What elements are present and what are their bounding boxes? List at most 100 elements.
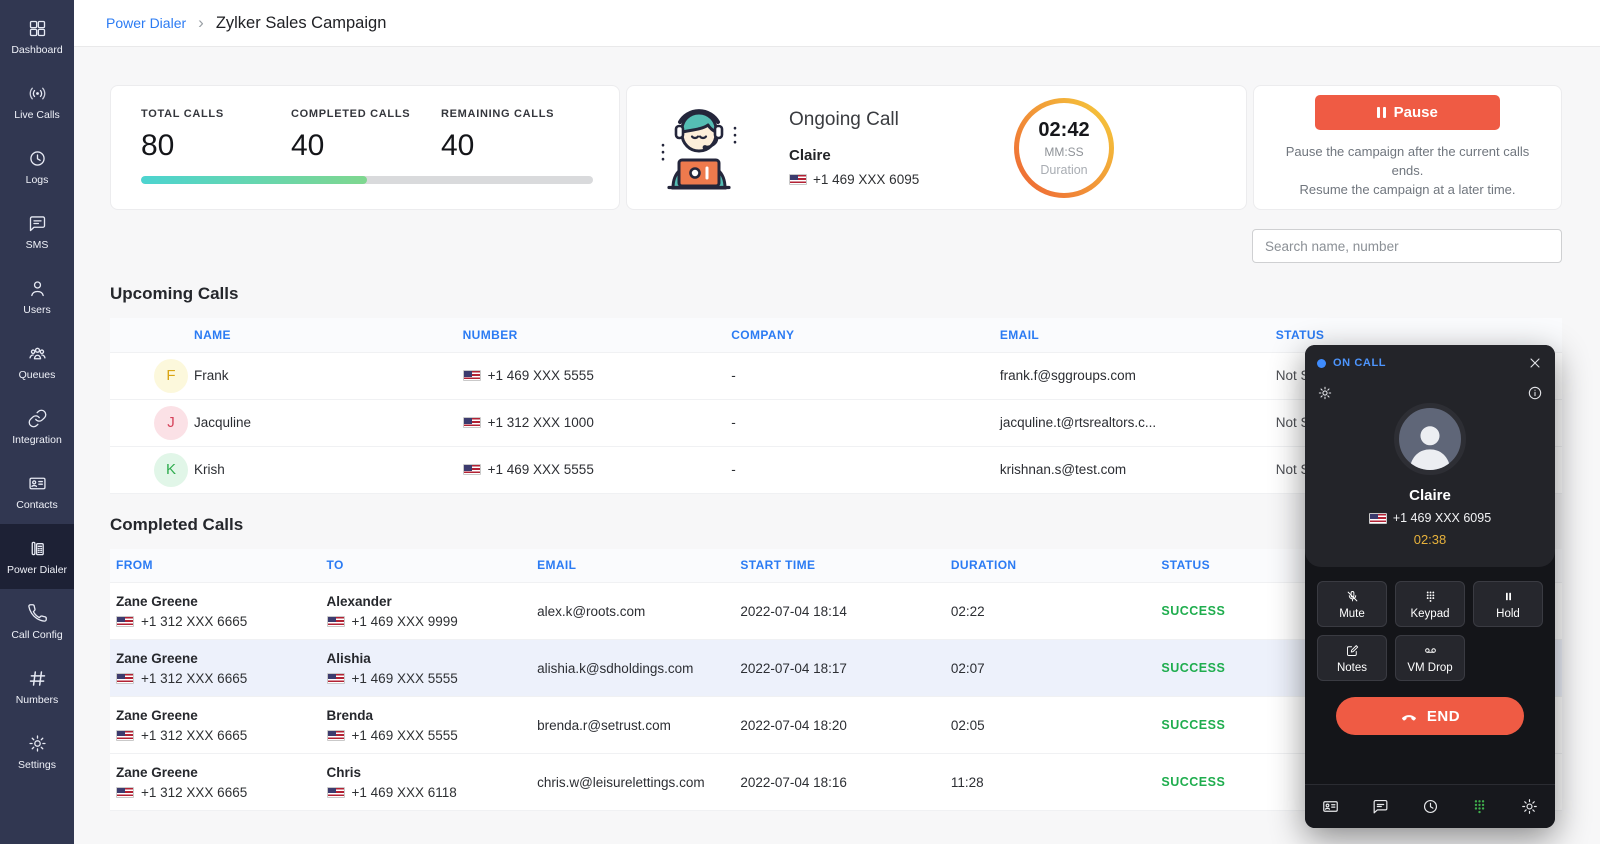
us-flag-icon bbox=[327, 787, 345, 798]
contacts-icon bbox=[27, 473, 48, 494]
gear-icon[interactable] bbox=[1317, 385, 1333, 401]
sidebar-item-numbers[interactable]: Numbers bbox=[0, 654, 74, 719]
call-duration-label: Duration bbox=[1040, 163, 1087, 177]
sidebar-label: Settings bbox=[18, 759, 56, 771]
stat-label: COMPLETED CALLS bbox=[291, 108, 441, 120]
sidebar-item-logs[interactable]: Logs bbox=[0, 134, 74, 199]
live-calls-icon bbox=[27, 83, 48, 104]
notes-icon bbox=[1345, 643, 1360, 658]
sidebar-item-power-dialer[interactable]: Power Dialer bbox=[0, 524, 74, 589]
summary-cards-row: TOTAL CALLS 80 COMPLETED CALLS 40 REMAIN… bbox=[110, 85, 1562, 210]
us-flag-icon bbox=[116, 616, 134, 627]
contact-number: +1 469 XXX 5555 bbox=[488, 462, 594, 477]
us-flag-icon bbox=[1369, 513, 1387, 524]
keypad-button[interactable]: Keypad bbox=[1395, 581, 1465, 627]
call-widget-footer bbox=[1305, 784, 1555, 828]
sidebar-label: Contacts bbox=[16, 499, 57, 511]
caller-name: Claire bbox=[1317, 487, 1543, 504]
chat-icon[interactable] bbox=[1371, 797, 1390, 816]
gear-icon[interactable] bbox=[1520, 797, 1539, 816]
voicemail-icon bbox=[1423, 643, 1438, 658]
upcoming-calls-title: Upcoming Calls bbox=[110, 284, 1562, 304]
contact-company: - bbox=[725, 446, 994, 493]
numbers-icon bbox=[27, 668, 48, 689]
sidebar-item-contacts[interactable]: Contacts bbox=[0, 459, 74, 524]
end-call-button[interactable]: END bbox=[1336, 697, 1524, 735]
notes-button[interactable]: Notes bbox=[1317, 635, 1387, 681]
col-duration: DURATION bbox=[945, 549, 1156, 583]
avatar bbox=[1394, 403, 1466, 475]
stat-label: TOTAL CALLS bbox=[141, 108, 291, 120]
sidebar-label: Users bbox=[23, 304, 50, 316]
sidebar-label: Power Dialer bbox=[7, 564, 67, 576]
call-email: brenda.r@setrust.com bbox=[531, 697, 734, 754]
sidebar-label: Logs bbox=[26, 174, 49, 186]
sidebar-item-integration[interactable]: Integration bbox=[0, 394, 74, 459]
top-bar: Power Dialer › Zylker Sales Campaign bbox=[74, 0, 1600, 47]
contact-company: - bbox=[725, 352, 994, 399]
dialpad-icon[interactable] bbox=[1470, 797, 1489, 816]
history-icon[interactable] bbox=[1421, 797, 1440, 816]
call-start-time: 2022-07-04 18:16 bbox=[734, 754, 945, 811]
call-duration-ring: 02:42 MM:SS Duration bbox=[1014, 98, 1114, 198]
call-widget: ON CALL Claire +1 469 XXX 6095 02:38 Mut… bbox=[1305, 345, 1555, 828]
sidebar-item-users[interactable]: Users bbox=[0, 264, 74, 329]
contact-email: jacquline.t@rtsrealtors.c... bbox=[994, 399, 1270, 446]
from-name: Zane Greene bbox=[116, 594, 315, 609]
sidebar-label: Call Config bbox=[11, 629, 62, 641]
stat-value: 40 bbox=[441, 129, 591, 163]
sidebar-label: SMS bbox=[26, 239, 49, 251]
us-flag-icon bbox=[789, 174, 807, 185]
us-flag-icon bbox=[116, 787, 134, 798]
call-start-time: 2022-07-04 18:20 bbox=[734, 697, 945, 754]
from-name: Zane Greene bbox=[116, 708, 315, 723]
call-start-time: 2022-07-04 18:17 bbox=[734, 640, 945, 697]
hold-button[interactable]: Hold bbox=[1473, 581, 1543, 627]
hold-icon bbox=[1501, 589, 1516, 604]
us-flag-icon bbox=[116, 673, 134, 684]
close-icon[interactable] bbox=[1527, 355, 1543, 371]
contact-name: Jacquline bbox=[188, 399, 457, 446]
sidebar-item-settings[interactable]: Settings bbox=[0, 719, 74, 784]
vm-drop-button[interactable]: VM Drop bbox=[1395, 635, 1465, 681]
from-number: +1 312 XXX 6665 bbox=[141, 614, 247, 629]
col-start-time: START TIME bbox=[734, 549, 945, 583]
end-call-icon bbox=[1400, 707, 1418, 725]
to-number: +1 469 XXX 9999 bbox=[352, 614, 458, 629]
ongoing-call-name: Claire bbox=[789, 147, 1014, 164]
to-name: Brenda bbox=[327, 708, 526, 723]
ongoing-call-title: Ongoing Call bbox=[789, 109, 1014, 131]
settings-icon bbox=[27, 733, 48, 754]
pause-campaign-card: Pause Pause the campaign after the curre… bbox=[1253, 85, 1562, 210]
on-call-status: ON CALL bbox=[1333, 357, 1386, 369]
stat-total-calls: TOTAL CALLS 80 bbox=[141, 108, 291, 163]
sidebar-item-sms[interactable]: SMS bbox=[0, 199, 74, 264]
us-flag-icon bbox=[463, 417, 481, 428]
from-name: Zane Greene bbox=[116, 765, 315, 780]
mute-button[interactable]: Mute bbox=[1317, 581, 1387, 627]
avatar: F bbox=[154, 359, 188, 393]
col-email: EMAIL bbox=[994, 318, 1270, 352]
info-icon[interactable] bbox=[1527, 385, 1543, 401]
col-to: TO bbox=[321, 549, 532, 583]
pause-button[interactable]: Pause bbox=[1315, 95, 1500, 130]
contact-company: - bbox=[725, 399, 994, 446]
us-flag-icon bbox=[463, 464, 481, 475]
caller-number: +1 469 XXX 6095 bbox=[1393, 511, 1491, 525]
sidebar-item-live-calls[interactable]: Live Calls bbox=[0, 69, 74, 134]
stat-value: 40 bbox=[291, 129, 441, 163]
sidebar-label: Queues bbox=[19, 369, 56, 381]
call-widget-panel: ON CALL Claire +1 469 XXX 6095 02:38 bbox=[1305, 345, 1555, 567]
from-number: +1 312 XXX 6665 bbox=[141, 728, 247, 743]
call-email: chris.w@leisurelettings.com bbox=[531, 754, 734, 811]
sidebar-item-call-config[interactable]: Call Config bbox=[0, 589, 74, 654]
sidebar-item-dashboard[interactable]: Dashboard bbox=[0, 4, 74, 69]
to-name: Alishia bbox=[327, 651, 526, 666]
to-number: +1 469 XXX 5555 bbox=[352, 671, 458, 686]
sidebar-item-queues[interactable]: Queues bbox=[0, 329, 74, 394]
campaign-stats-card: TOTAL CALLS 80 COMPLETED CALLS 40 REMAIN… bbox=[110, 85, 620, 210]
sms-icon bbox=[27, 213, 48, 234]
contact-card-icon[interactable] bbox=[1321, 797, 1340, 816]
search-input[interactable] bbox=[1252, 229, 1562, 263]
breadcrumb-power-dialer[interactable]: Power Dialer bbox=[106, 15, 186, 31]
